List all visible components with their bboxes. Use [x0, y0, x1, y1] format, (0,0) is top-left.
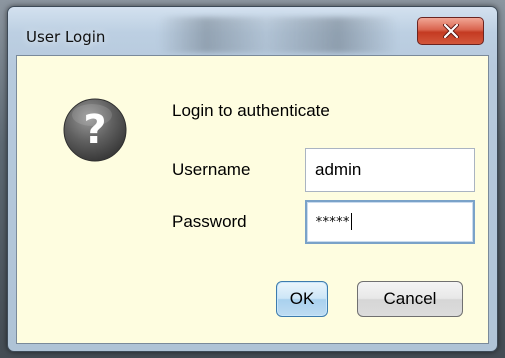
question-icon: ? [63, 98, 127, 162]
svg-text:?: ? [83, 107, 106, 153]
close-button[interactable] [417, 17, 484, 45]
login-dialog-window: User Login ? Login to authenticate Usern… [7, 6, 498, 352]
title-bar[interactable]: User Login [8, 7, 497, 57]
cancel-button[interactable]: Cancel [357, 281, 463, 317]
text-caret [351, 213, 353, 230]
dialog-content-panel: ? Login to authenticate Username admin P… [16, 55, 489, 344]
username-value: admin [315, 160, 362, 179]
title-bar-glass-reflection [158, 17, 398, 53]
login-prompt-text: Login to authenticate [172, 101, 330, 120]
close-x-icon [442, 24, 459, 38]
username-label: Username [172, 160, 251, 179]
password-masked-value: ***** [315, 215, 350, 230]
username-field[interactable]: admin [305, 148, 475, 192]
window-title: User Login [26, 28, 106, 46]
password-label: Password [172, 212, 247, 231]
ok-button[interactable]: OK [276, 281, 328, 317]
password-field[interactable]: ***** [305, 200, 475, 244]
